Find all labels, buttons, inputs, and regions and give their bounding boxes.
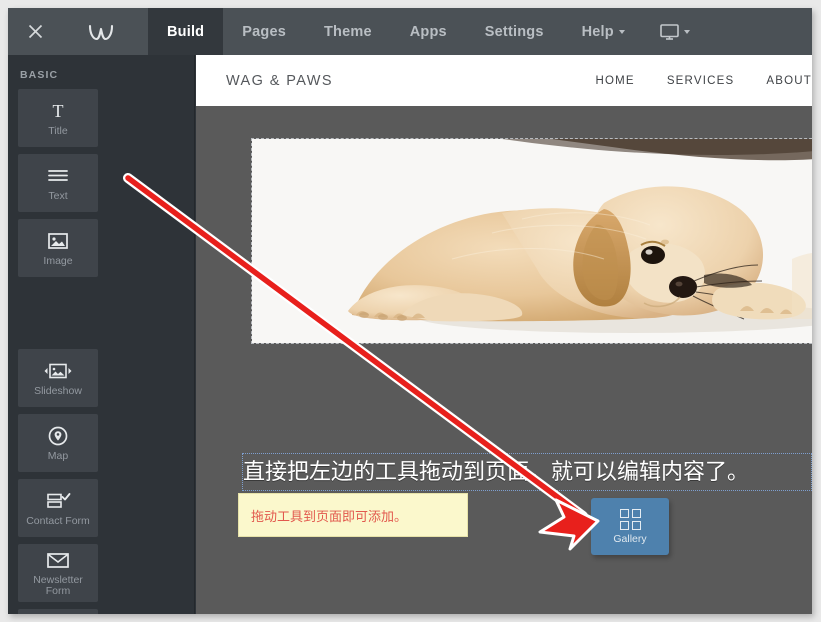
- contact-form-icon: [45, 489, 71, 513]
- tab-apps-label: Apps: [410, 24, 447, 40]
- svg-text:T: T: [53, 101, 64, 121]
- sidebar-item-text-label: Text: [45, 190, 70, 202]
- sidebar-item-title[interactable]: T Title: [18, 89, 98, 147]
- element-sidebar[interactable]: BASIC T Title: [8, 55, 195, 614]
- weebly-editor-window: Build Pages Theme Apps Settings Help: [8, 8, 812, 614]
- tab-help[interactable]: Help: [563, 8, 644, 55]
- site-header: WAG & PAWS HOME SERVICES ABOUT: [196, 55, 812, 106]
- tab-settings[interactable]: Settings: [466, 8, 563, 55]
- slideshow-icon: [43, 359, 73, 383]
- dragged-gallery-widget-label: Gallery: [613, 533, 646, 545]
- sidebar-item-image[interactable]: Image: [18, 219, 98, 277]
- sidebar-section-basic-items: T Title Text: [8, 89, 194, 614]
- avatar-mascot-icon: E: [674, 612, 700, 614]
- sidebar-item-newsletter-form-label: Newsletter Form: [18, 575, 98, 598]
- nav-link-services[interactable]: SERVICES: [667, 75, 735, 87]
- annotation-note-text: 拖动工具到页面即可添加。: [251, 506, 407, 525]
- nav-link-about[interactable]: ABOUT: [766, 75, 812, 87]
- sidebar-item-title-label: Title: [45, 125, 70, 137]
- tab-theme[interactable]: Theme: [305, 8, 391, 55]
- tab-pages[interactable]: Pages: [223, 8, 305, 55]
- sidebar-item-slideshow-label: Slideshow: [31, 385, 85, 397]
- sidebar-item-image-label: Image: [40, 255, 75, 267]
- tab-build[interactable]: Build: [148, 8, 223, 55]
- sidebar-item-contact-form-label: Contact Form: [23, 515, 93, 527]
- site-preview-canvas[interactable]: WAG & PAWS HOME SERVICES ABOUT: [196, 55, 812, 614]
- watermark: E 奶爸建站笔记: [674, 612, 782, 614]
- nav-link-home[interactable]: HOME: [596, 75, 635, 87]
- text-lines-icon: [47, 164, 69, 188]
- chevron-down-icon: [619, 30, 625, 34]
- image-element[interactable]: [252, 139, 812, 343]
- sidebar-item-map-label: Map: [45, 450, 71, 462]
- tab-settings-label: Settings: [485, 24, 544, 40]
- sidebar-item-text[interactable]: Text: [18, 154, 98, 212]
- sidebar-section-basic-heading: BASIC: [8, 55, 194, 89]
- close-icon[interactable]: [8, 8, 63, 55]
- annotation-note: 拖动工具到页面即可添加。: [238, 493, 468, 537]
- site-title[interactable]: WAG & PAWS: [226, 73, 333, 89]
- sidebar-item-button[interactable]: Button: [18, 609, 98, 614]
- sidebar-item-contact-form[interactable]: Contact Form: [18, 479, 98, 537]
- dragged-gallery-widget[interactable]: Gallery: [591, 498, 669, 555]
- tab-build-label: Build: [167, 24, 204, 40]
- weebly-logo-icon[interactable]: [63, 8, 138, 55]
- site-navigation: HOME SERVICES ABOUT: [596, 75, 813, 87]
- tab-help-label: Help: [582, 24, 614, 40]
- top-toolbar: Build Pages Theme Apps Settings Help: [8, 8, 812, 55]
- device-preview-switcher[interactable]: [644, 8, 706, 55]
- sidebar-item-slideshow[interactable]: Slideshow: [18, 349, 98, 407]
- tab-theme-label: Theme: [324, 24, 372, 40]
- chevron-down-icon: [684, 30, 690, 34]
- headline-text-element[interactable]: 直接把左边的工具拖动到页面，就可以编辑内容了。: [242, 453, 812, 491]
- image-picture-icon: [46, 229, 70, 253]
- sidebar-item-newsletter-form[interactable]: Newsletter Form: [18, 544, 98, 602]
- puppy-photo: [252, 139, 812, 343]
- map-pin-icon: [47, 424, 69, 448]
- tab-pages-label: Pages: [242, 24, 286, 40]
- desktop-monitor-icon: [660, 24, 679, 40]
- tab-apps[interactable]: Apps: [391, 8, 466, 55]
- headline-text: 直接把左边的工具拖动到页面，就可以编辑内容了。: [243, 454, 749, 486]
- sidebar-tile-placeholder: [18, 284, 98, 342]
- toolbar-tabs: Build Pages Theme Apps Settings Help: [148, 8, 644, 55]
- envelope-icon: [46, 549, 70, 573]
- gallery-grid-icon: [620, 509, 641, 530]
- title-T-icon: T: [47, 99, 69, 123]
- sidebar-item-map[interactable]: Map: [18, 414, 98, 472]
